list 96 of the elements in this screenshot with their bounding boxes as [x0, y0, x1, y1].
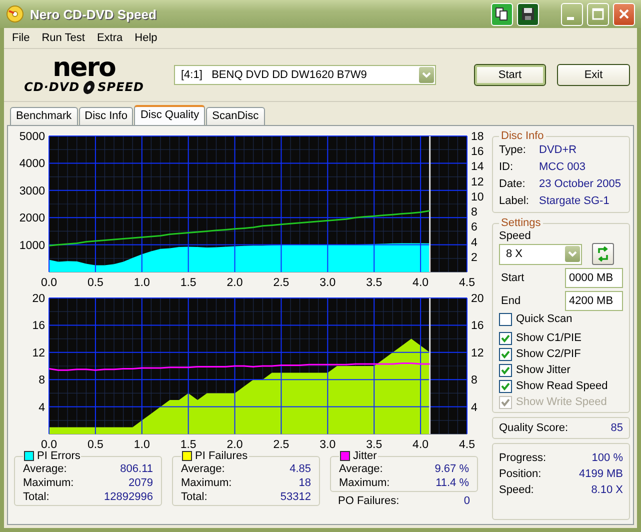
logo-brand: nero	[52, 56, 116, 80]
x-tick-label: 4.5	[459, 277, 475, 287]
checkbox-label: Show Write Speed	[516, 395, 607, 410]
x-tick-label: 2.5	[273, 439, 290, 449]
x-tick-label: 3.0	[320, 439, 336, 449]
stat-label: Maximum:	[23, 476, 74, 490]
x-tick-label: 0.5	[87, 439, 104, 449]
group-title: Disc Info	[500, 130, 545, 142]
y-tick-label: 2	[471, 252, 478, 264]
y-tick-label: 18	[471, 131, 484, 143]
stat-value: 9.67 %	[434, 462, 469, 476]
progress-value: 8.10 X	[591, 483, 623, 498]
y-tick-label: 12	[471, 176, 484, 188]
progress-value: 4199 MB	[578, 467, 623, 482]
x-tick-label: 2.0	[226, 277, 243, 287]
y-tick-label: 8	[471, 374, 478, 387]
group-title: PI Failures	[195, 450, 248, 462]
info-label: Date:	[499, 177, 526, 192]
progress-label: Speed:	[499, 483, 534, 498]
x-tick-label: 1.5	[180, 439, 196, 449]
info-value: Stargate SG-1	[539, 194, 610, 209]
stat-value: 18	[298, 476, 311, 490]
x-tick-label: 2.5	[273, 277, 290, 287]
stat-value: 53312	[280, 490, 311, 504]
stat-label: Maximum:	[339, 476, 390, 490]
y-tick-label: 4000	[19, 158, 45, 170]
quality-label: Quality Score:	[499, 422, 568, 434]
x-tick-label: 4.0	[412, 439, 429, 449]
info-label: ID:	[499, 160, 514, 175]
y-tick-label: 1000	[19, 240, 45, 252]
x-tick-label: 0.5	[87, 277, 104, 287]
checkbox-label: Show Read Speed	[516, 379, 608, 394]
y-tick-label: 8	[38, 374, 45, 387]
y-tick-label: 3000	[19, 185, 45, 198]
logo-product: SPEED	[98, 80, 144, 94]
quality-value: 85	[610, 422, 623, 434]
stat-value: 4.85	[290, 462, 311, 476]
stat-value: 12892996	[104, 490, 153, 504]
info-label: Label:	[499, 194, 530, 209]
x-tick-label: 0.0	[41, 277, 57, 287]
y-tick-label: 4	[471, 402, 478, 414]
progress-label: Position:	[499, 467, 542, 482]
y-tick-label: 20	[32, 293, 45, 305]
speed-label: Speed	[499, 229, 532, 243]
y-tick-label: 12	[32, 347, 45, 360]
stat-label: Average:	[181, 462, 225, 476]
y-tick-label: 16	[32, 320, 45, 332]
y-tick-label: 8	[471, 206, 478, 219]
checkbox-label: Show C1/PIE	[516, 331, 582, 346]
x-tick-label: 3.0	[320, 277, 336, 287]
info-value: 23 October 2005	[539, 177, 621, 192]
stat-label: Maximum:	[181, 476, 232, 490]
window-title: Nero CD-DVD Speed	[30, 6, 156, 22]
info-label: Type:	[499, 143, 527, 158]
stat-label: PO Failures:	[338, 494, 400, 508]
checkbox-label: Show C2/PIF	[516, 347, 581, 362]
info-value: DVD+R	[539, 143, 577, 158]
group-title: PI Errors	[37, 450, 80, 462]
stat-value: 11.4 %	[436, 476, 469, 490]
checkbox-label: Quick Scan	[516, 312, 572, 327]
logo-product: CD·DVD	[24, 80, 80, 94]
y-tick-label: 20	[471, 293, 484, 305]
x-tick-label: 3.5	[366, 439, 382, 449]
progress-value: 100 %	[592, 451, 623, 466]
group-title: Settings	[500, 217, 542, 229]
stat-label: Total:	[181, 490, 208, 504]
group-title: Jitter	[353, 450, 377, 462]
x-tick-label: 1.0	[134, 277, 150, 287]
stat-value: 806.11	[120, 462, 153, 476]
start-label: Start	[501, 272, 524, 284]
y-tick-label: 5000	[19, 131, 45, 143]
y-tick-label: 2000	[19, 212, 45, 225]
checkbox-label: Show Jitter	[516, 363, 570, 378]
stat-label: Average:	[23, 462, 67, 476]
y-tick-label: 16	[471, 320, 484, 332]
x-tick-label: 4.5	[459, 439, 475, 449]
y-tick-label: 4	[38, 402, 45, 414]
y-tick-label: 12	[471, 347, 484, 360]
x-tick-label: 3.5	[366, 277, 382, 287]
x-tick-label: 1.0	[134, 439, 150, 449]
x-tick-label: 2.0	[226, 439, 243, 449]
stat-label: Average:	[339, 462, 383, 476]
y-tick-label: 6	[471, 222, 478, 234]
y-tick-label: 16	[471, 146, 484, 158]
y-tick-label: 4	[471, 236, 478, 249]
stat-value: 2079	[128, 476, 153, 490]
end-label: End	[501, 295, 521, 307]
y-tick-label: 10	[471, 191, 484, 204]
x-tick-label: 0.0	[41, 439, 57, 449]
y-tick-label: 14	[471, 161, 484, 174]
info-value: MCC 003	[539, 160, 586, 175]
stat-value: 0	[464, 494, 470, 508]
stat-label: Total:	[23, 490, 50, 504]
x-tick-label: 4.0	[412, 277, 429, 287]
progress-label: Progress:	[499, 451, 546, 466]
x-tick-label: 1.5	[180, 277, 196, 287]
